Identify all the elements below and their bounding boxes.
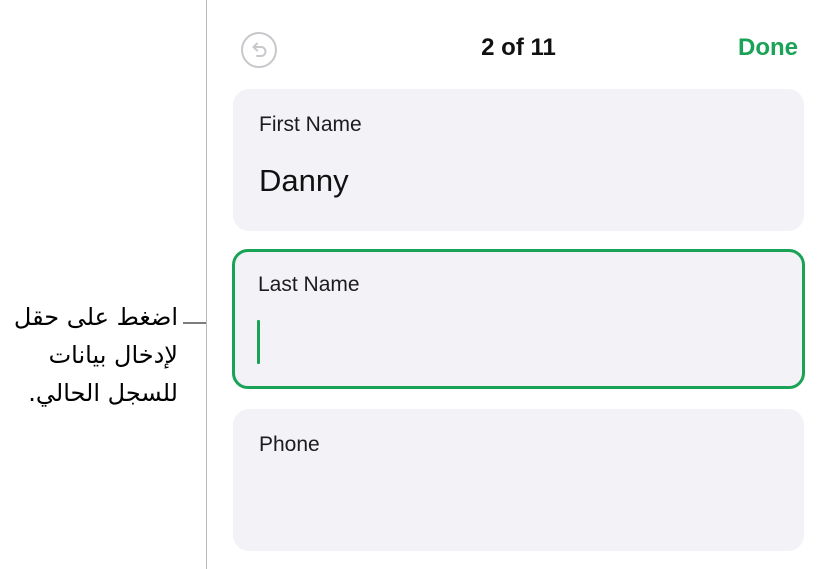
phone-label: Phone: [259, 433, 320, 456]
record-form-panel: 2 of 11 Done First Name Danny Last Name …: [206, 0, 830, 569]
screen: اضغط على حقل لإدخال بيانات للسجل الحالي.…: [0, 0, 830, 569]
callout-line-1: اضغط على حقل: [13, 303, 178, 331]
last-name-label: Last Name: [258, 273, 360, 296]
first-name-field[interactable]: First Name Danny: [233, 89, 804, 231]
first-name-value: Danny: [259, 163, 349, 198]
phone-field[interactable]: Phone: [233, 409, 804, 551]
done-button[interactable]: Done: [738, 34, 798, 62]
last-name-field[interactable]: Last Name: [232, 249, 805, 389]
record-counter-title: 2 of 11: [481, 34, 556, 61]
navigation-bar: 2 of 11 Done: [207, 0, 830, 90]
callout-line-3: للسجل الحالي.: [28, 379, 178, 407]
callout-text: اضغط على حقل لإدخال بيانات للسجل الحالي.: [0, 298, 178, 412]
callout-line-2: لإدخال بيانات: [48, 341, 178, 369]
first-name-label: First Name: [259, 113, 362, 136]
text-cursor: [257, 320, 260, 364]
